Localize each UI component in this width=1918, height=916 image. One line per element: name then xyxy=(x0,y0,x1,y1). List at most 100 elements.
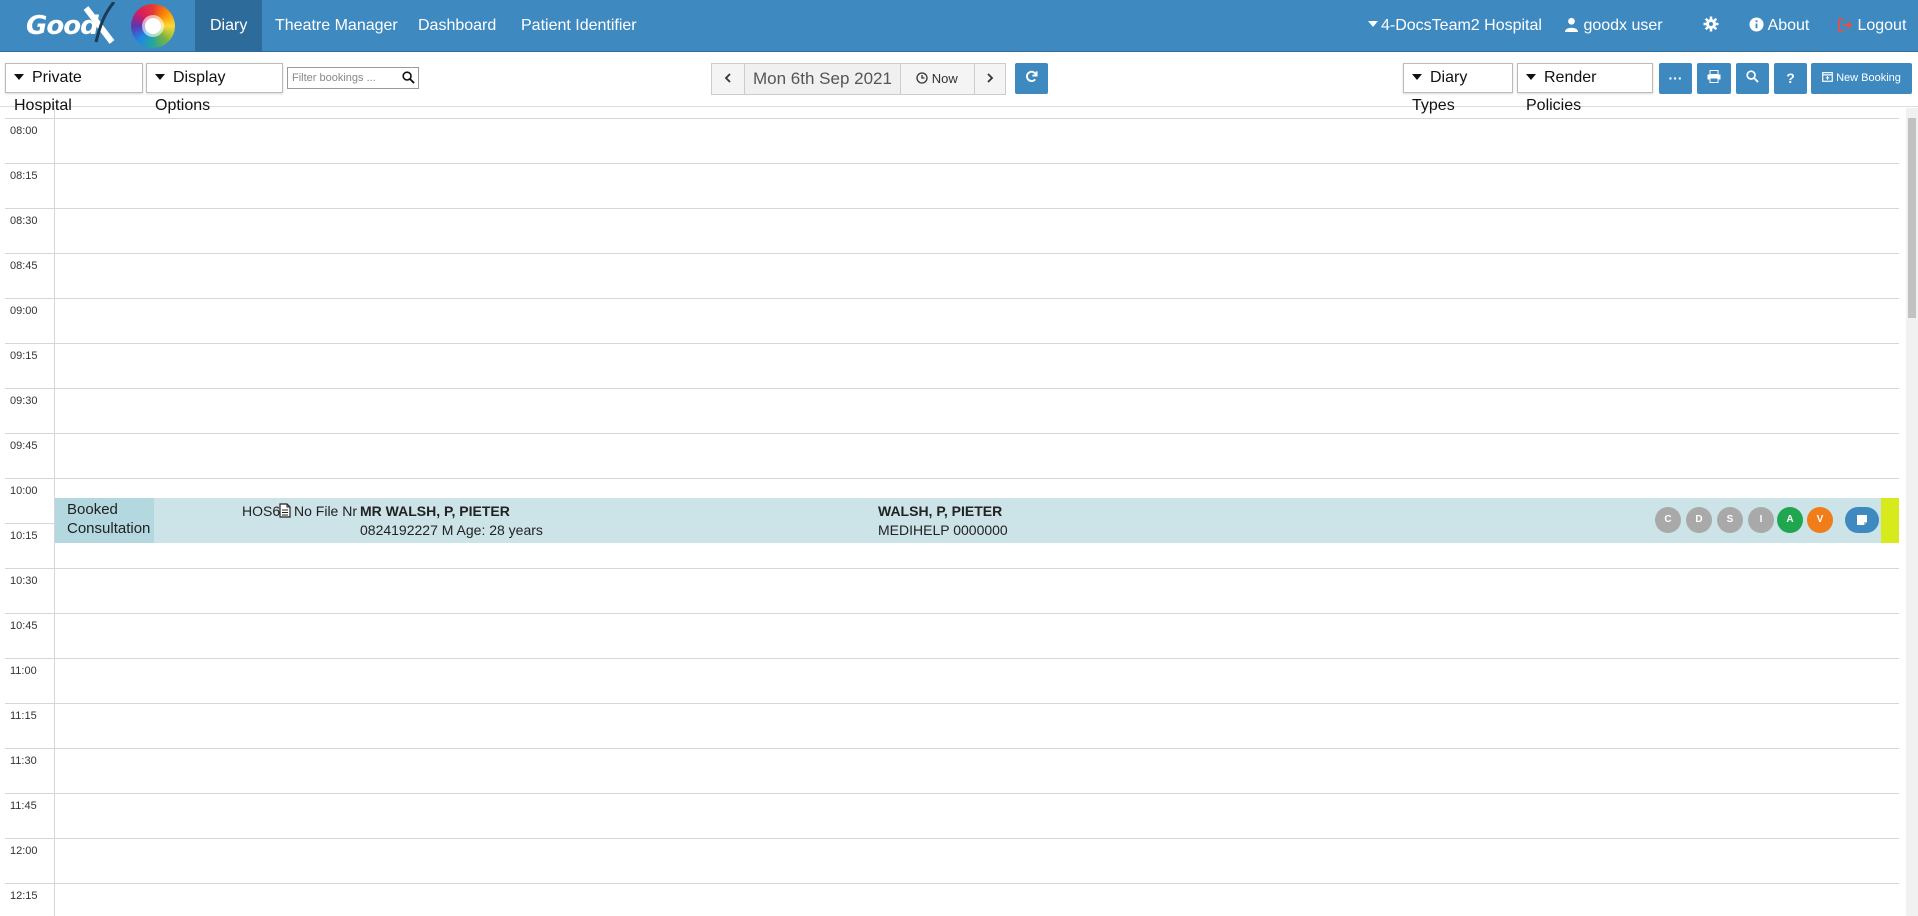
time-label: 11:45 xyxy=(10,800,37,812)
document-icon[interactable] xyxy=(279,503,291,518)
scrollbar-thumb[interactable] xyxy=(1908,118,1916,318)
next-day-button[interactable] xyxy=(974,64,1005,94)
tab-diary[interactable]: Diary xyxy=(195,0,263,52)
time-slot-row[interactable] xyxy=(5,253,1899,298)
time-slot-row[interactable] xyxy=(5,568,1899,613)
time-label: 11:15 xyxy=(10,710,37,722)
status-line-2: Consultation xyxy=(67,520,151,537)
status-circle-i[interactable]: I xyxy=(1748,507,1774,533)
booking-status: Booked Consultation xyxy=(55,498,154,543)
more-button[interactable]: ··· xyxy=(1659,63,1692,94)
time-label: 11:30 xyxy=(10,755,37,767)
time-slot-row[interactable] xyxy=(5,838,1899,883)
time-slot-row[interactable] xyxy=(5,613,1899,658)
filter-placeholder: Filter bookings ... xyxy=(292,72,376,84)
search-button[interactable] xyxy=(1736,63,1769,94)
now-button[interactable]: Now xyxy=(901,64,973,94)
time-label: 12:15 xyxy=(10,890,38,902)
time-label: 09:30 xyxy=(10,395,38,407)
time-slot-row[interactable] xyxy=(5,118,1899,163)
hospital-selector[interactable]: 4-DocsTeam2 Hospital xyxy=(1368,0,1542,52)
print-button[interactable] xyxy=(1697,63,1731,94)
info-icon xyxy=(1749,17,1764,32)
status-circle-s[interactable]: S xyxy=(1717,507,1743,533)
time-slot-row[interactable] xyxy=(5,793,1899,838)
vertical-scrollbar[interactable] xyxy=(1906,108,1918,916)
tab-dashboard[interactable]: Dashboard xyxy=(403,0,511,52)
render-policies-dropdown[interactable]: Render Policies xyxy=(1517,63,1653,114)
time-slot-row[interactable] xyxy=(5,748,1899,793)
status-circle-d[interactable]: D xyxy=(1686,507,1712,533)
caret-down-icon xyxy=(155,74,165,80)
booking-row[interactable]: Booked Consultation HOS6 No File Nr MR W… xyxy=(55,498,1899,543)
clock-icon xyxy=(916,72,928,84)
time-label: 08:45 xyxy=(10,260,38,272)
goodx-logo[interactable]: Good xyxy=(24,2,116,48)
time-label: 08:15 xyxy=(10,170,38,182)
tab-theatre-manager[interactable]: Theatre Manager xyxy=(260,0,413,52)
help-button[interactable]: ? xyxy=(1774,63,1807,94)
time-slot-row[interactable] xyxy=(5,658,1899,703)
status-circle-v[interactable]: V xyxy=(1807,507,1833,533)
logout-label: Logout xyxy=(1857,17,1907,34)
logout-link[interactable]: Logout xyxy=(1838,0,1906,52)
diary-grid: 08:00 08:15 08:30 08:45 09:00 09:15 09:30 09:45… xyxy=(0,108,1904,916)
user-menu[interactable]: goodx user xyxy=(1564,0,1663,52)
status-line-1: Booked xyxy=(67,501,118,518)
time-label: 11:00 xyxy=(10,665,37,677)
caret-down-icon xyxy=(14,74,24,80)
caret-down-icon xyxy=(1526,74,1536,80)
account-holder: WALSH, P, PIETER xyxy=(878,503,1003,519)
booking-color-marker xyxy=(1881,498,1899,543)
time-label: 12:00 xyxy=(10,845,38,857)
search-icon xyxy=(1746,70,1759,83)
time-slot-row[interactable] xyxy=(5,343,1899,388)
medical-aid: MEDIHELP 0000000 xyxy=(878,522,1008,538)
time-slot-row[interactable] xyxy=(5,163,1899,208)
gear-icon xyxy=(1703,16,1719,32)
search-icon[interactable] xyxy=(402,71,415,84)
user-icon xyxy=(1564,17,1579,32)
diary-types-dropdown[interactable]: Diary Types xyxy=(1403,63,1513,114)
time-slot-row[interactable] xyxy=(5,433,1899,478)
patient-name[interactable]: MR WALSH, P, PIETER xyxy=(360,503,510,519)
new-booking-label: New Booking xyxy=(1836,72,1901,84)
time-label: 09:45 xyxy=(10,440,38,452)
refresh-icon xyxy=(1026,70,1038,82)
display-options-dropdown[interactable]: Display Options xyxy=(146,63,283,114)
refresh-button[interactable] xyxy=(1015,63,1048,94)
time-label: 10:30 xyxy=(10,575,38,587)
hospital-name: 4-DocsTeam2 Hospital xyxy=(1381,17,1542,34)
about-link[interactable]: About xyxy=(1749,0,1809,52)
time-slot-row[interactable] xyxy=(5,883,1899,916)
logout-icon xyxy=(1838,18,1853,32)
time-slot-row[interactable] xyxy=(5,703,1899,748)
diary-toolbar: Private Hospital Display Options Filter … xyxy=(0,53,1918,114)
time-slot-row[interactable] xyxy=(5,388,1899,433)
time-label: 10:00 xyxy=(10,485,38,497)
date-navigator: Mon 6th Sep 2021 Now xyxy=(711,63,1006,95)
status-circle-a[interactable]: A xyxy=(1777,507,1803,533)
time-slot-row[interactable] xyxy=(5,208,1899,253)
caret-down-icon xyxy=(1368,21,1378,27)
now-label: Now xyxy=(931,71,958,86)
calendar-plus-icon xyxy=(1822,72,1833,82)
private-hospital-dropdown[interactable]: Private Hospital xyxy=(5,63,143,114)
status-circle-c[interactable]: C xyxy=(1655,507,1681,533)
time-label: 08:00 xyxy=(10,125,38,137)
settings-button[interactable] xyxy=(1703,0,1719,52)
prev-day-button[interactable] xyxy=(712,64,744,94)
chevron-left-icon xyxy=(724,73,731,83)
filter-bookings-input[interactable]: Filter bookings ... xyxy=(287,67,419,89)
chevron-right-icon xyxy=(987,73,994,83)
notes-button[interactable] xyxy=(1845,507,1879,533)
note-icon xyxy=(1857,515,1867,525)
color-wheel-logo xyxy=(131,4,175,48)
date-display[interactable]: Mon 6th Sep 2021 xyxy=(744,64,901,94)
file-number: No File Nr xyxy=(294,503,358,519)
tab-patient-identifier[interactable]: Patient Identifier xyxy=(506,0,652,52)
time-label: 10:45 xyxy=(10,620,38,632)
time-slot-row[interactable] xyxy=(5,298,1899,343)
print-icon xyxy=(1707,70,1721,83)
new-booking-button[interactable]: New Booking xyxy=(1811,63,1912,94)
